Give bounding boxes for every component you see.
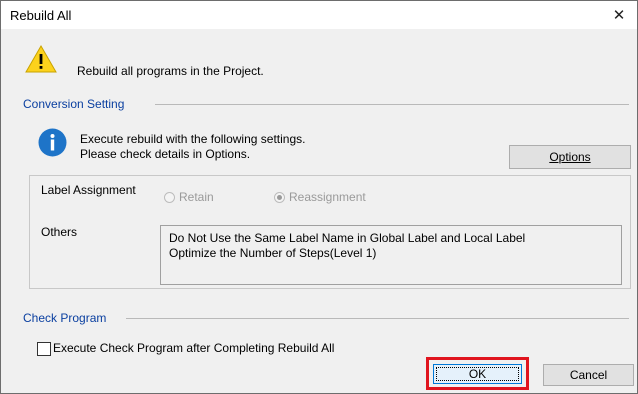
close-button[interactable]: ✕	[601, 1, 637, 29]
close-icon[interactable]: ✕	[613, 6, 626, 24]
info-text-line-1: Execute rebuild with the following setti…	[80, 132, 306, 146]
title-bar: Rebuild All ✕	[1, 1, 637, 29]
radio-reassignment[interactable]: Reassignment	[274, 190, 366, 204]
radio-retain[interactable]: Retain	[164, 190, 214, 204]
window-title: Rebuild All	[10, 8, 72, 23]
rebuild-all-dialog: Rebuild All ✕ Rebuild all programs in th…	[0, 0, 638, 394]
focus-rectangle	[436, 367, 519, 381]
group-divider	[126, 318, 629, 319]
info-text-line-2: Please check details in Options.	[80, 147, 251, 161]
ok-button[interactable]: OK	[433, 364, 522, 384]
radio-reassignment-label[interactable]: Reassignment	[289, 190, 366, 204]
cancel-button-label[interactable]: Cancel	[570, 368, 607, 382]
label-assignment-label: Label Assignment	[41, 183, 136, 197]
cancel-button[interactable]: Cancel	[543, 364, 634, 386]
execute-check-program-label[interactable]: Execute Check Program after Completing R…	[53, 341, 334, 355]
options-button[interactable]: Options	[509, 145, 631, 169]
others-details-box: Do Not Use the Same Label Name in Global…	[160, 225, 622, 285]
check-program-group-title: Check Program	[23, 311, 107, 325]
radio-retain-label[interactable]: Retain	[179, 190, 214, 204]
options-button-label[interactable]: Options	[549, 150, 590, 164]
conversion-setting-group-title: Conversion Setting	[23, 97, 125, 111]
radio-reassignment-circle[interactable]	[274, 191, 285, 203]
execute-check-program-checkbox[interactable]	[37, 342, 51, 356]
info-icon	[38, 128, 67, 157]
others-label: Others	[41, 225, 78, 239]
radio-retain-circle[interactable]	[164, 191, 175, 203]
others-line-1: Do Not Use the Same Label Name in Global…	[169, 231, 526, 245]
others-line-2: Optimize the Number of Steps(Level 1)	[169, 246, 377, 260]
warning-message: Rebuild all programs in the Project.	[77, 64, 264, 78]
warning-icon	[25, 45, 57, 73]
group-divider	[155, 104, 629, 105]
